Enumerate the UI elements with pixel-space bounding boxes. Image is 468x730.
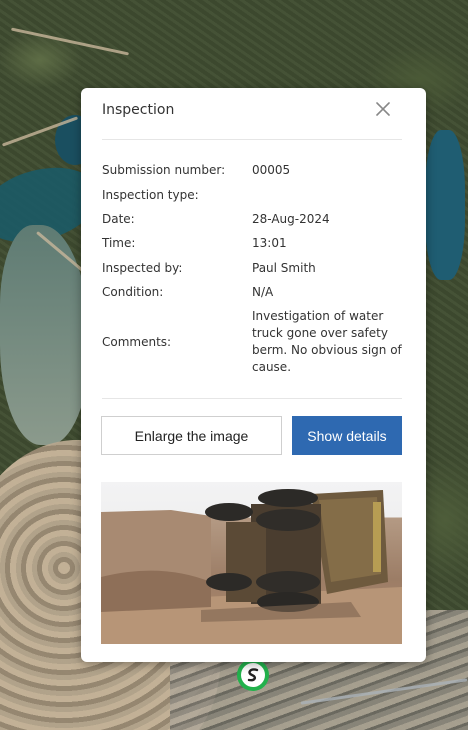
field-label: Date: (102, 211, 135, 226)
field-row: Date: 28-Aug-2024 (102, 207, 402, 231)
field-row: Time: 13:01 (102, 231, 402, 255)
popup-title: Inspection (102, 102, 175, 118)
field-value: 00005 (252, 163, 291, 178)
divider (102, 398, 402, 399)
swoosh-icon (247, 668, 259, 682)
marker-inner (241, 663, 265, 687)
inspection-popup: Inspection Submission number: 00005 Insp… (81, 88, 426, 662)
field-value: 28-Aug-2024 (252, 211, 330, 226)
inspection-fields: Submission number: 00005 Inspection type… (102, 158, 402, 376)
field-value: 13:01 (252, 236, 287, 251)
field-label: Inspection type: (102, 187, 199, 202)
inspection-marker-icon[interactable] (237, 659, 269, 691)
divider (102, 139, 402, 140)
comments-label: Comments: (102, 334, 172, 349)
field-row: Submission number: 00005 (102, 158, 402, 182)
field-label: Condition: (102, 285, 164, 300)
field-label: Time: (102, 236, 136, 251)
field-row: Inspection type: (102, 182, 402, 206)
show-details-button[interactable]: Show details (292, 416, 402, 455)
truck-illustration (101, 489, 402, 644)
close-icon[interactable] (374, 100, 392, 118)
field-row: Inspected by: Paul Smith (102, 256, 402, 280)
field-label: Inspected by: (102, 260, 183, 275)
field-row: Condition: N/A (102, 280, 402, 304)
field-value: N/A (252, 285, 274, 300)
comments-row: Comments: Investigation of water truck g… (102, 308, 402, 376)
field-value: Paul Smith (252, 260, 316, 275)
water-body (425, 130, 465, 280)
enlarge-image-button[interactable]: Enlarge the image (101, 416, 282, 455)
overturned-truck-photo[interactable] (101, 482, 402, 644)
field-label: Submission number: (102, 163, 226, 178)
comments-value: Investigation of water truck gone over s… (252, 309, 402, 375)
